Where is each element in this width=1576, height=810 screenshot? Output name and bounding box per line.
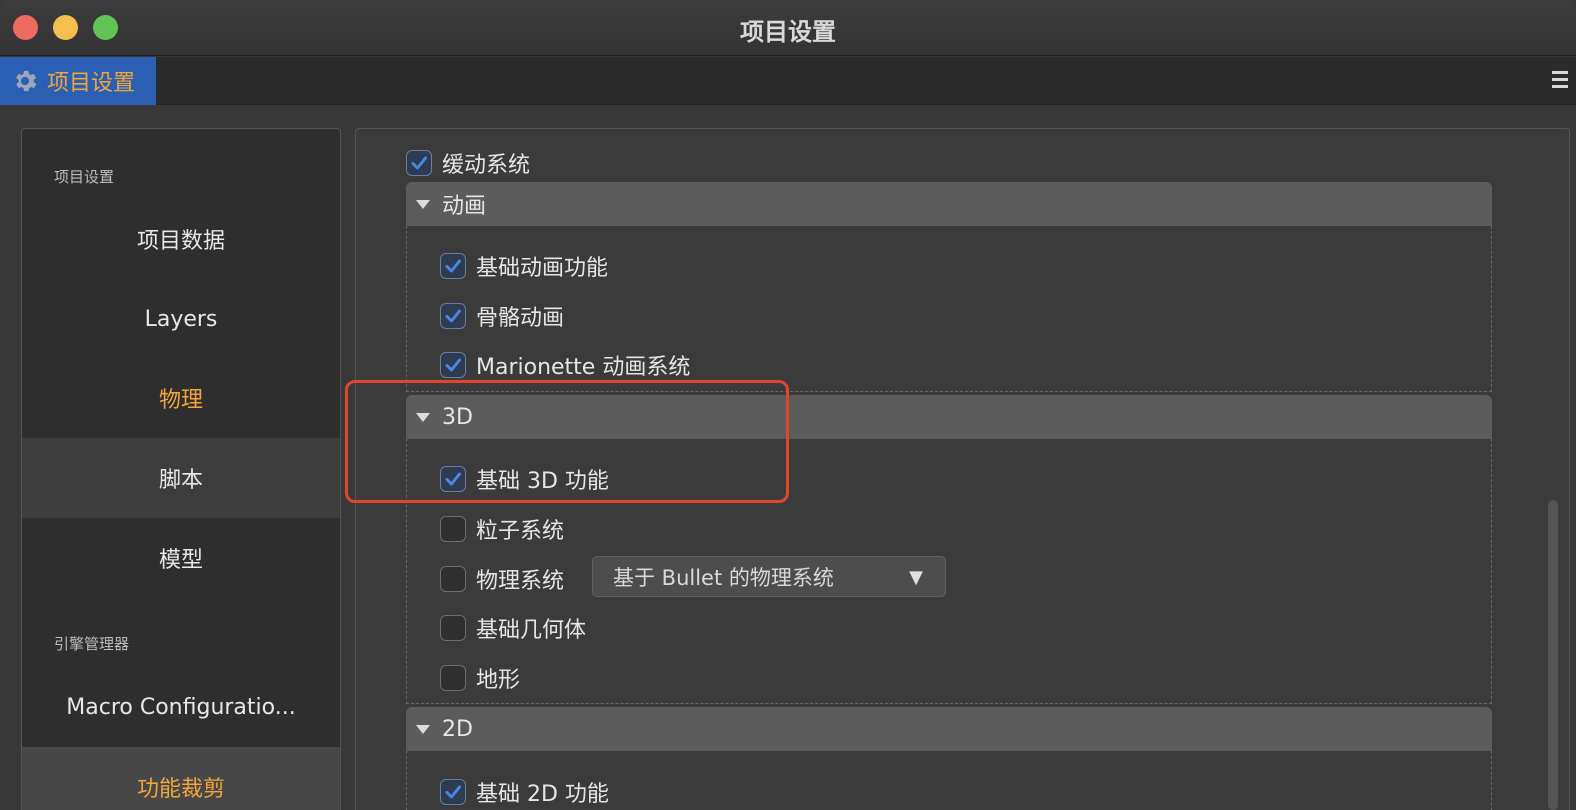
check-icon	[445, 309, 461, 323]
option-label: 物理系统	[476, 569, 565, 594]
annotation-highlight-box	[345, 380, 789, 503]
sidebar-item-macro-configuration[interactable]: Macro Configuratio...	[22, 667, 340, 747]
checkbox-tween-system[interactable]	[406, 150, 432, 176]
tab-label: 项目设置	[47, 71, 136, 96]
hamburger-menu-icon[interactable]	[1552, 71, 1568, 89]
check-icon	[411, 156, 427, 170]
checkbox-marionette-animation[interactable]	[440, 352, 466, 378]
option-label: 基础 2D 功能	[476, 782, 609, 807]
group-title: 2D	[442, 716, 473, 742]
title-bar: 项目设置	[0, 0, 1576, 56]
option-label: 缓动系统	[442, 153, 531, 178]
check-icon	[445, 259, 461, 273]
window-title: 项目设置	[740, 18, 836, 46]
option-basic-animation[interactable]: 基础动画功能	[440, 250, 608, 282]
option-label: 地形	[476, 668, 521, 693]
sidebar-item-feature-cropping[interactable]: 功能裁剪	[22, 747, 340, 810]
option-tween-system[interactable]: 缓动系统	[406, 147, 530, 179]
option-physics-system[interactable]: 物理系统	[440, 563, 564, 595]
window: 项目设置 项目设置 项目设置 项目数据 Layers 物理 脚本 模型 引擎管理…	[0, 0, 1576, 810]
collapse-triangle-icon	[416, 724, 430, 734]
check-icon	[445, 358, 461, 372]
group-title: 动画	[442, 194, 487, 219]
checkbox-skeletal-animation[interactable]	[440, 303, 466, 329]
checkbox-particle-system[interactable]	[440, 516, 466, 542]
physics-engine-select[interactable]: 基于 Bullet 的物理系统 ▼	[592, 556, 946, 597]
option-label: 粒子系统	[476, 519, 565, 544]
option-marionette-animation[interactable]: Marionette 动画系统	[440, 349, 690, 381]
sidebar-item-project-data[interactable]: 项目数据	[22, 199, 340, 279]
checkbox-basic-2d[interactable]	[440, 779, 466, 805]
option-basic-geometry[interactable]: 基础几何体	[440, 612, 586, 644]
sidebar-section-engine-manager: 引擎管理器	[54, 635, 130, 653]
sidebar-item-script[interactable]: 脚本	[22, 438, 340, 518]
scrollbar[interactable]	[1548, 500, 1558, 810]
checkbox-basic-geometry[interactable]	[440, 615, 466, 641]
collapse-triangle-icon	[416, 199, 430, 209]
option-label: Marionette 动画系统	[476, 355, 691, 380]
tab-project-settings[interactable]: 项目设置	[0, 57, 156, 105]
checkbox-basic-animation[interactable]	[440, 253, 466, 279]
group-header-2d[interactable]: 2D	[406, 707, 1492, 751]
sidebar-section-project-settings: 项目设置	[54, 168, 115, 186]
tab-bar: 项目设置	[0, 57, 1576, 105]
checkbox-physics-system[interactable]	[440, 566, 466, 592]
option-skeletal-animation[interactable]: 骨骼动画	[440, 300, 564, 332]
dropdown-arrow-icon: ▼	[909, 567, 923, 588]
option-terrain[interactable]: 地形	[440, 662, 520, 694]
sidebar-item-physics[interactable]: 物理	[22, 358, 340, 438]
select-value: 基于 Bullet 的物理系统	[613, 565, 834, 590]
group-header-animation[interactable]: 动画	[406, 182, 1492, 226]
checkbox-terrain[interactable]	[440, 665, 466, 691]
option-basic-2d[interactable]: 基础 2D 功能	[440, 776, 609, 808]
option-label: 骨骼动画	[476, 306, 565, 331]
option-label: 基础几何体	[476, 618, 587, 643]
option-particle-system[interactable]: 粒子系统	[440, 513, 564, 545]
sidebar: 项目设置 项目数据 Layers 物理 脚本 模型 引擎管理器 Macro Co…	[21, 128, 341, 810]
option-label: 基础动画功能	[476, 256, 609, 281]
sidebar-item-layers[interactable]: Layers	[22, 279, 340, 359]
gear-icon	[16, 70, 37, 92]
sidebar-item-model[interactable]: 模型	[22, 518, 340, 598]
check-icon	[445, 785, 461, 799]
